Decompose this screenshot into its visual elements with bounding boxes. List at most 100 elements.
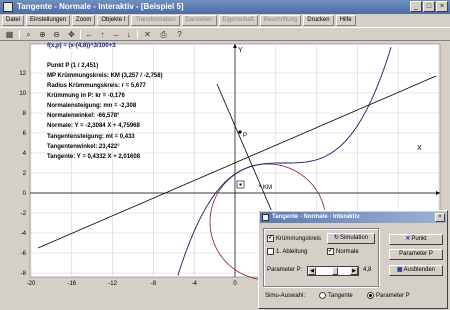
center-x-mark: ×	[258, 184, 262, 190]
delete-icon[interactable]: ✕	[142, 29, 153, 40]
info-line-radius: Radius Krümmungskreis: r = 5,677	[47, 83, 146, 89]
help-icon[interactable]: ?	[174, 29, 185, 40]
info-line-tangent-equation: Tangente: Y = 0,4332 X + 2,01608	[47, 154, 141, 160]
slider-left-arrow[interactable]: ◀	[308, 267, 316, 275]
info-line-point: Punkt P (1 / 2,451)	[47, 63, 99, 69]
zoom-out-icon[interactable]: ⊖	[51, 29, 62, 40]
x-tick-label: -16	[67, 281, 76, 287]
radio-tangente[interactable]: Tangente	[319, 292, 353, 299]
dialog-title: Tangente - Normale - Interaktiv	[272, 214, 360, 220]
radio-parameter[interactable]: Parameter P	[367, 292, 410, 299]
ausblenden-button[interactable]: ▣Ausblenden	[389, 265, 443, 276]
y-tick-labels: 12 10 8 6 4 2 0 -2 -4 -6 -8	[19, 71, 26, 277]
close-button[interactable]: ×	[436, 1, 448, 12]
menu-datei[interactable]: Datei	[2, 15, 25, 26]
y-tick-label: -6	[21, 251, 27, 257]
punkt-icon: ✕	[405, 236, 411, 242]
toolbar: ▦ ⌕ ⊕ ⊖ ✥ ← ↑ → ↓ ✕ ⎙ ?	[0, 27, 450, 41]
y-tick-label: -2	[21, 211, 27, 217]
function-formula: f(x,p) = (x-(4,8))^3/100+3	[47, 43, 116, 49]
simulation-selection-label: Simu-Auswahl:	[265, 293, 306, 299]
menu-transformation[interactable]: Transformation	[131, 15, 180, 26]
menu-eigenschaft[interactable]: Eigenschaft	[218, 15, 258, 26]
menu-hilfe[interactable]: Hilfe	[335, 15, 356, 26]
simulation-label: Simulation	[340, 235, 369, 241]
info-line-curvature: Krümmung in P: kr = -0,176	[47, 93, 125, 99]
slider-thumb[interactable]	[332, 267, 339, 275]
dialog-titlebar[interactable]: Tangente - Normale - Interaktiv ×	[260, 212, 446, 223]
checkbox-ableitung-box[interactable]	[267, 248, 274, 255]
info-line-normal-angle: Normalenwinkel: -66,578°	[47, 113, 120, 119]
checkbox-kruemmungskreis-box[interactable]: ✓	[267, 235, 274, 242]
window-title: Tangente - Normale - Interaktiv - [Beisp…	[17, 2, 184, 11]
ausblenden-icon: ▣	[396, 267, 403, 273]
zoom-in-icon[interactable]: ⊕	[37, 29, 48, 40]
zoom-icon[interactable]: ⌕	[23, 29, 34, 40]
info-line-tangent-angle: Tangentenwinkel: 23,422°	[47, 144, 120, 150]
y-tick-label: 8	[23, 111, 27, 117]
checkbox-ableitung[interactable]: 1. Ableitung	[267, 248, 307, 255]
radio-tangente-dot[interactable]	[319, 292, 326, 299]
checkbox-kruemmungskreis[interactable]: ✓ Krümmungskreis	[267, 235, 321, 242]
y-tick-label: -8	[21, 271, 27, 277]
point-p-marker[interactable]	[238, 130, 242, 134]
radio-parameter-dot[interactable]	[367, 292, 374, 299]
arrow-up-icon[interactable]: ↑	[97, 29, 108, 40]
parameter-slider[interactable]: ◀ ▶	[307, 266, 359, 276]
y-tick-label: 2	[23, 171, 27, 177]
x-axis-letter: X	[417, 145, 422, 152]
punkt-label: Punkt	[411, 236, 427, 242]
radio-tangente-label: Tangente	[328, 292, 353, 299]
checkbox-normale[interactable]: ✓ Normale	[327, 248, 359, 255]
move-icon[interactable]: ✥	[66, 29, 77, 40]
y-tick-label: 4	[23, 151, 27, 157]
arrow-right-icon[interactable]: →	[110, 29, 121, 40]
punkt-button[interactable]: ✕Punkt	[389, 234, 443, 245]
y-tick-label: 12	[19, 71, 26, 77]
checkbox-kruemmungskreis-label: Krümmungskreis	[276, 235, 322, 242]
simulation-icon: ↻	[333, 235, 339, 241]
menu-beschriftung[interactable]: Beschriftung	[259, 15, 302, 26]
curvature-center-dot	[239, 183, 242, 186]
arrow-left-icon[interactable]: ←	[84, 29, 95, 40]
arrow-down-icon[interactable]: ↓	[123, 29, 134, 40]
menu-drucken[interactable]: Drucken	[303, 15, 334, 26]
checkbox-normale-box[interactable]: ✓	[327, 248, 334, 255]
menu-einstellungen[interactable]: Einstellungen	[26, 15, 71, 26]
info-line-circle-center: MP Krümmungskreis: KM (3,257 / -2,758)	[47, 73, 163, 79]
calculator-icon[interactable]: ▦	[4, 29, 15, 40]
menu-darstellen[interactable]: Darstellen	[181, 15, 217, 26]
y-tick-label: 6	[23, 131, 27, 137]
menu-zoom[interactable]: Zoom	[72, 15, 96, 26]
print-icon[interactable]: ⎙	[158, 29, 169, 40]
interactive-dialog: Tangente - Normale - Interaktiv × ✓ Krüm…	[258, 210, 448, 309]
x-tick-label: -4	[192, 281, 198, 287]
y-tick-label: -4	[21, 231, 27, 237]
slider-right-arrow[interactable]: ▶	[350, 267, 358, 275]
dialog-icon	[262, 214, 269, 221]
x-tick-label: -8	[151, 281, 157, 287]
checkbox-ableitung-label: 1. Ableitung	[276, 248, 308, 255]
y-axis-letter: Y	[238, 47, 243, 54]
info-line-normal-slope: Normalensteigung: mn = -2,308	[47, 103, 137, 109]
toolbar-separator	[80, 30, 81, 39]
radio-parameter-label: Parameter P	[376, 292, 410, 299]
parameter-label: Parameter P:	[267, 267, 303, 273]
menu-bar: Datei Einstellungen Zoom Objekte I Trans…	[0, 14, 450, 26]
parameter-button[interactable]: Parameter P	[389, 249, 443, 260]
menu-objekte[interactable]: Objekte I	[97, 15, 130, 26]
curvature-center-label: KM	[263, 185, 272, 191]
info-line-normal-equation: Normale: Y = -2,3084 X + 4,75968	[47, 123, 140, 129]
window-titlebar[interactable]: Tangente - Normale - Interaktiv - [Beisp…	[0, 0, 450, 14]
y-tick-label: 10	[19, 91, 26, 97]
y-tick-label: 0	[23, 191, 27, 197]
simulation-button[interactable]: ↻Simulation	[327, 233, 375, 244]
x-tick-label: -20	[27, 281, 36, 287]
dialog-close-button[interactable]: ×	[435, 213, 445, 222]
parameter-button-label: Parameter P	[399, 251, 433, 257]
toolbar-separator	[137, 30, 138, 39]
x-tick-label: 0	[233, 281, 237, 287]
minimize-button[interactable]: _	[410, 1, 422, 12]
point-p-label: P	[243, 133, 247, 139]
maximize-button[interactable]: □	[423, 1, 435, 12]
